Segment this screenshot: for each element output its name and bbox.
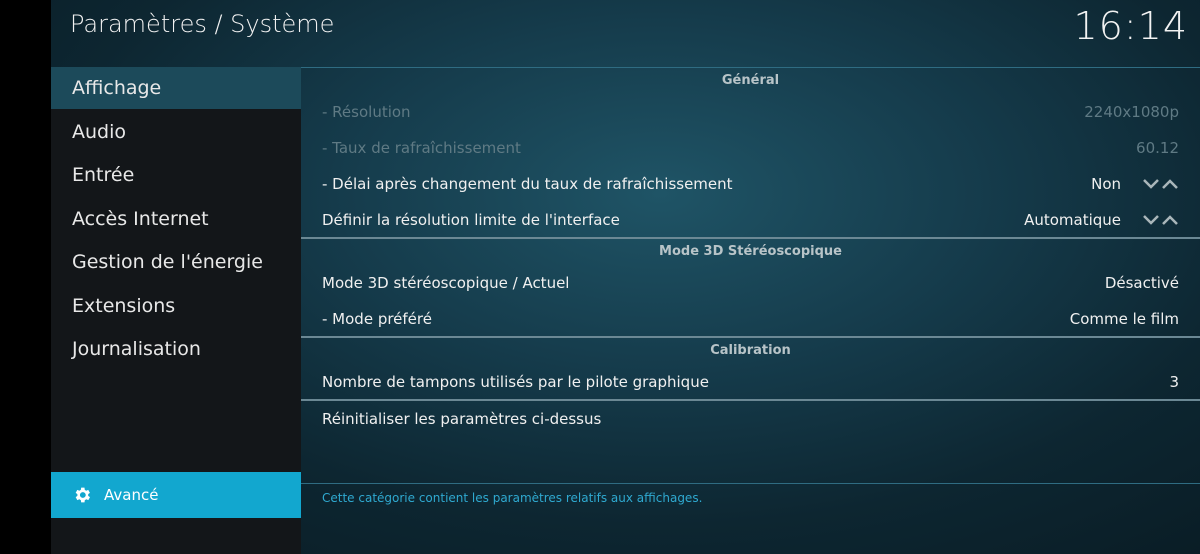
description-divider bbox=[301, 483, 1200, 484]
spin-arrows-icon[interactable] bbox=[1143, 212, 1179, 228]
section-divider bbox=[301, 237, 1200, 239]
sidebar-item-acces-internet[interactable]: Accès Internet bbox=[51, 198, 301, 240]
sidebar-item-affichage[interactable]: Affichage bbox=[51, 67, 301, 109]
setting-value: Désactivé bbox=[1104, 274, 1179, 292]
section-title-stereo: Mode 3D Stéréoscopique bbox=[659, 244, 842, 259]
section-divider bbox=[301, 336, 1200, 338]
category-description: Cette catégorie contient les paramètres … bbox=[322, 491, 703, 505]
sidebar-item-extensions[interactable]: Extensions bbox=[51, 285, 301, 327]
settings-sidebar: Affichage Audio Entrée Accès Internet Ge… bbox=[51, 67, 301, 554]
sidebar-item-entree[interactable]: Entrée bbox=[51, 154, 301, 196]
section-divider bbox=[301, 399, 1200, 401]
screen-bezel bbox=[0, 0, 51, 554]
sidebar-item-gestion-energie[interactable]: Gestion de l'énergie bbox=[51, 241, 301, 283]
clock: 16:14 bbox=[1073, 4, 1188, 48]
setting-value: 60.12 bbox=[1136, 139, 1179, 157]
setting-refresh-rate: - Taux de rafraîchissement 60.12 bbox=[322, 133, 1179, 163]
spin-arrows-icon[interactable] bbox=[1143, 176, 1179, 192]
reset-settings-label: Réinitialiser les paramètres ci-dessus bbox=[322, 410, 602, 428]
setting-label: Nombre de tampons utilisés par le pilote… bbox=[322, 373, 709, 391]
setting-value: Non bbox=[1091, 175, 1121, 193]
setting-value: Comme le film bbox=[1069, 310, 1179, 328]
setting-gui-resolution-limit[interactable]: Définir la résolution limite de l'interf… bbox=[322, 205, 1179, 235]
setting-stereo-mode[interactable]: Mode 3D stéréoscopique / Actuel Désactiv… bbox=[322, 268, 1179, 298]
sidebar-item-audio[interactable]: Audio bbox=[51, 111, 301, 153]
setting-value: 3 bbox=[1169, 373, 1179, 391]
settings-level-label: Avancé bbox=[104, 486, 159, 504]
top-divider bbox=[301, 67, 1200, 68]
setting-video-buffers[interactable]: Nombre de tampons utilisés par le pilote… bbox=[322, 367, 1179, 397]
setting-label: Définir la résolution limite de l'interf… bbox=[322, 211, 620, 229]
gear-icon bbox=[75, 487, 90, 503]
kodi-settings-screen: Paramètres / Système 16:14 Affichage Aud… bbox=[0, 0, 1200, 554]
setting-refresh-delay[interactable]: - Délai après changement du taux de rafr… bbox=[322, 169, 1179, 199]
setting-label: - Mode préféré bbox=[322, 310, 432, 328]
setting-preferred-mode[interactable]: - Mode préféré Comme le film bbox=[322, 304, 1179, 334]
sidebar-item-journalisation[interactable]: Journalisation bbox=[51, 328, 301, 370]
setting-label: - Délai après changement du taux de rafr… bbox=[322, 175, 733, 193]
section-title-general: Général bbox=[721, 73, 780, 88]
section-title-calibration: Calibration bbox=[710, 343, 791, 358]
reset-settings-button[interactable]: Réinitialiser les paramètres ci-dessus bbox=[322, 404, 1179, 434]
settings-content: Général - Résolution 2240x1080p - Taux d… bbox=[301, 67, 1200, 554]
setting-value: 2240x1080p bbox=[1084, 103, 1179, 121]
setting-label: - Résolution bbox=[322, 103, 411, 121]
setting-label: - Taux de rafraîchissement bbox=[322, 139, 521, 157]
setting-resolution: - Résolution 2240x1080p bbox=[322, 97, 1179, 127]
settings-level-button[interactable]: Avancé bbox=[51, 472, 301, 518]
setting-label: Mode 3D stéréoscopique / Actuel bbox=[322, 274, 570, 292]
page-title: Paramètres / Système bbox=[70, 10, 335, 38]
setting-value: Automatique bbox=[1024, 211, 1121, 229]
